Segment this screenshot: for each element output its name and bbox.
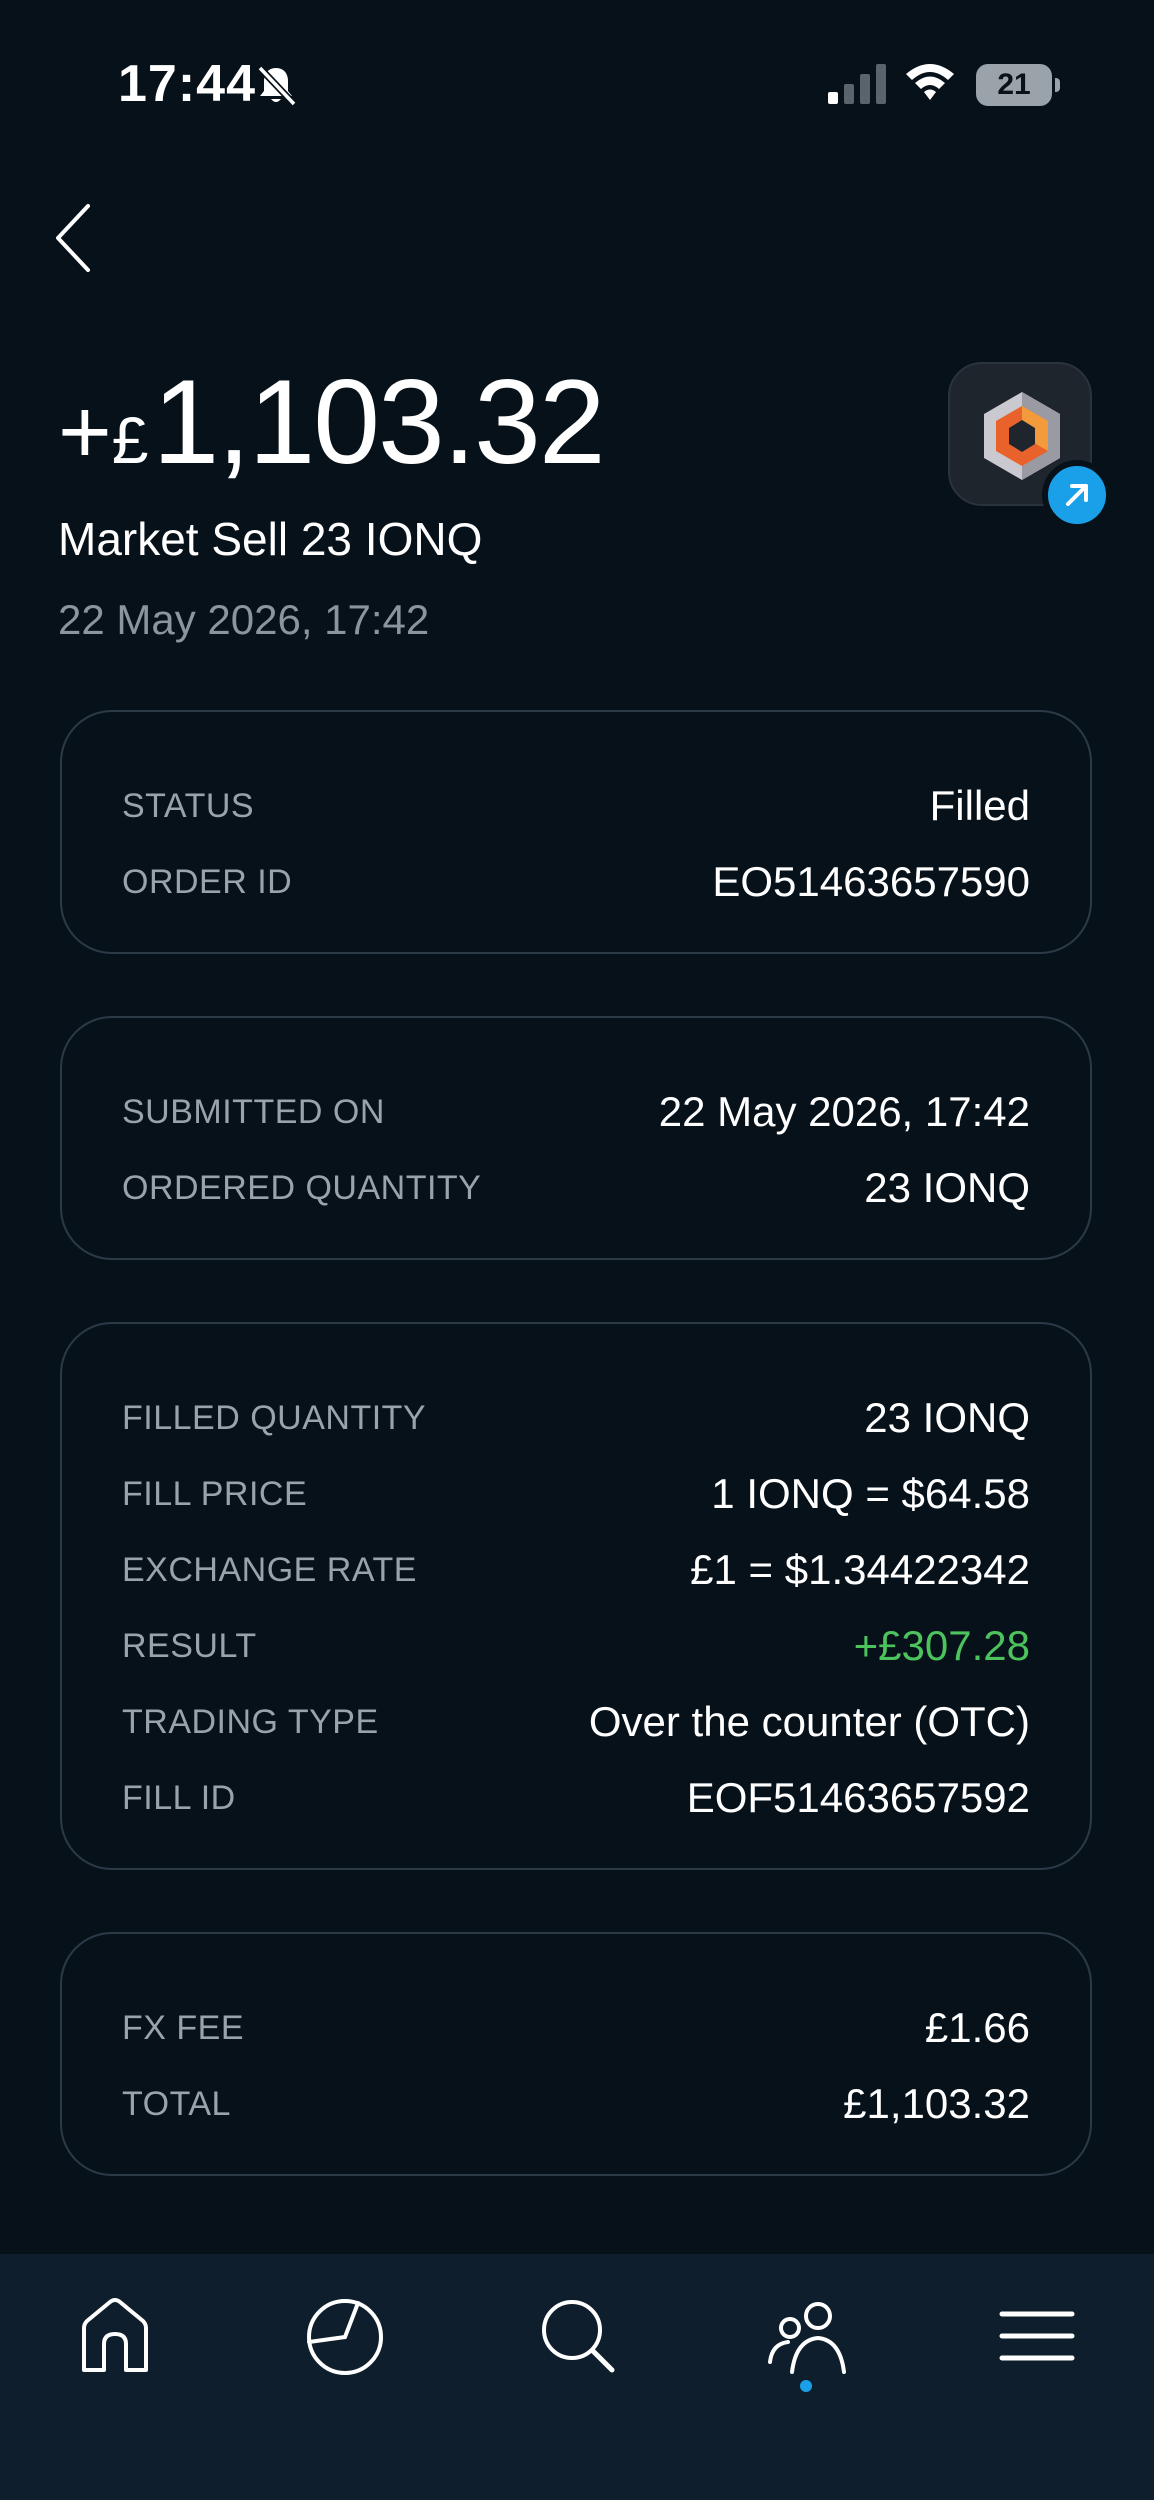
ordered-quantity-label: ORDERED QUANTITY — [122, 1168, 482, 1207]
exchange-rate-value: £1 = $1.34422342 — [690, 1546, 1030, 1593]
fill-details-card: FILLED QUANTITY 23 IONQ FILL PRICE 1 ION… — [60, 1322, 1092, 1870]
filled-quantity-value: 23 IONQ — [864, 1394, 1030, 1441]
nav-home[interactable] — [70, 2290, 160, 2380]
status-time: 17:44 — [118, 55, 256, 113]
fill-id-value[interactable]: EOF51463657592 — [687, 1774, 1030, 1822]
battery-tip — [1055, 78, 1060, 92]
detail-row: FILL PRICE 1 IONQ = $64.58 — [122, 1456, 1030, 1532]
arrow-up-right-icon — [1066, 484, 1088, 506]
nav-portfolio[interactable] — [300, 2290, 390, 2380]
home-icon — [82, 2298, 148, 2372]
bottom-nav — [0, 2254, 1154, 2500]
nav-menu[interactable] — [992, 2290, 1082, 2380]
fill-price-label: FILL PRICE — [122, 1474, 308, 1513]
fill-id-label: FILL ID — [122, 1778, 236, 1817]
amount-value: 1,103.32 — [152, 355, 605, 489]
submission-card: SUBMITTED ON 22 May 2026, 17:42 ORDERED … — [60, 1016, 1092, 1260]
open-instrument-button[interactable] — [1042, 460, 1112, 530]
detail-row: SUBMITTED ON 22 May 2026, 17:42 — [122, 1074, 1030, 1150]
result-value: +£307.28 — [853, 1622, 1030, 1669]
detail-row: RESULT +£307.28 — [122, 1608, 1030, 1684]
total-value: £1,103.32 — [843, 2080, 1030, 2127]
community-icon — [768, 2302, 846, 2374]
detail-row: FX FEE £1.66 — [122, 1990, 1030, 2066]
battery-indicator: 21 — [976, 64, 1052, 106]
amount-currency: £ — [111, 403, 149, 477]
nav-search[interactable] — [532, 2290, 622, 2380]
detail-row: EXCHANGE RATE £1 = $1.34422342 — [122, 1532, 1030, 1608]
cellular-signal-icon — [828, 64, 886, 104]
result-label: RESULT — [122, 1626, 257, 1665]
search-icon — [542, 2300, 615, 2373]
pie-chart-icon — [307, 2299, 383, 2375]
detail-row: TOTAL £1,103.32 — [122, 2066, 1030, 2142]
fill-price-value: 1 IONQ = $64.58 — [711, 1470, 1030, 1517]
filled-quantity-label: FILLED QUANTITY — [122, 1398, 427, 1437]
detail-row: ORDER ID EO51463657590 — [122, 844, 1030, 920]
order-title: Market Sell 23 IONQ — [58, 513, 483, 565]
ordered-quantity-value: 23 IONQ — [864, 1164, 1030, 1211]
detail-row: ORDERED QUANTITY 23 IONQ — [122, 1150, 1030, 1226]
order-date: 22 May 2026, 17:42 — [58, 596, 430, 643]
status-card: STATUS Filled ORDER ID EO51463657590 — [60, 710, 1092, 954]
order-id-label: ORDER ID — [122, 862, 293, 901]
exchange-rate-label: EXCHANGE RATE — [122, 1550, 417, 1589]
active-tab-indicator — [800, 2380, 812, 2392]
nav-community[interactable] — [762, 2290, 852, 2380]
fx-fee-value: £1.66 — [924, 2004, 1030, 2051]
detail-row: FILL ID EOF51463657592 — [122, 1760, 1030, 1836]
fees-card: FX FEE £1.66 TOTAL £1,103.32 — [60, 1932, 1092, 2176]
detail-row: STATUS Filled — [122, 768, 1030, 844]
trading-type-value: Over the counter (OTC) — [588, 1698, 1030, 1745]
submitted-on-label: SUBMITTED ON — [122, 1092, 385, 1131]
wifi-icon — [906, 64, 954, 100]
order-detail-screen: 17:44 21 + £ 1,103.32 Market Sell 23 ION… — [0, 0, 1154, 2500]
total-label: TOTAL — [122, 2084, 231, 2123]
order-amount: + £ 1,103.32 — [58, 355, 606, 489]
battery-level: 21 — [997, 68, 1031, 101]
bell-muted-icon — [257, 65, 297, 107]
status-value: Filled — [929, 782, 1030, 829]
menu-icon — [999, 2311, 1075, 2361]
status-label: STATUS — [122, 786, 255, 825]
trading-type-label: TRADING TYPE — [122, 1702, 379, 1741]
detail-row: FILLED QUANTITY 23 IONQ — [122, 1380, 1030, 1456]
submitted-on-value: 22 May 2026, 17:42 — [658, 1088, 1030, 1135]
detail-row: TRADING TYPE Over the counter (OTC) — [122, 1684, 1030, 1760]
order-id-value[interactable]: EO51463657590 — [712, 858, 1030, 906]
amount-sign: + — [58, 381, 112, 483]
fx-fee-label: FX FEE — [122, 2008, 245, 2047]
status-bar: 17:44 21 — [0, 0, 1154, 170]
chevron-left-icon[interactable] — [46, 196, 106, 280]
